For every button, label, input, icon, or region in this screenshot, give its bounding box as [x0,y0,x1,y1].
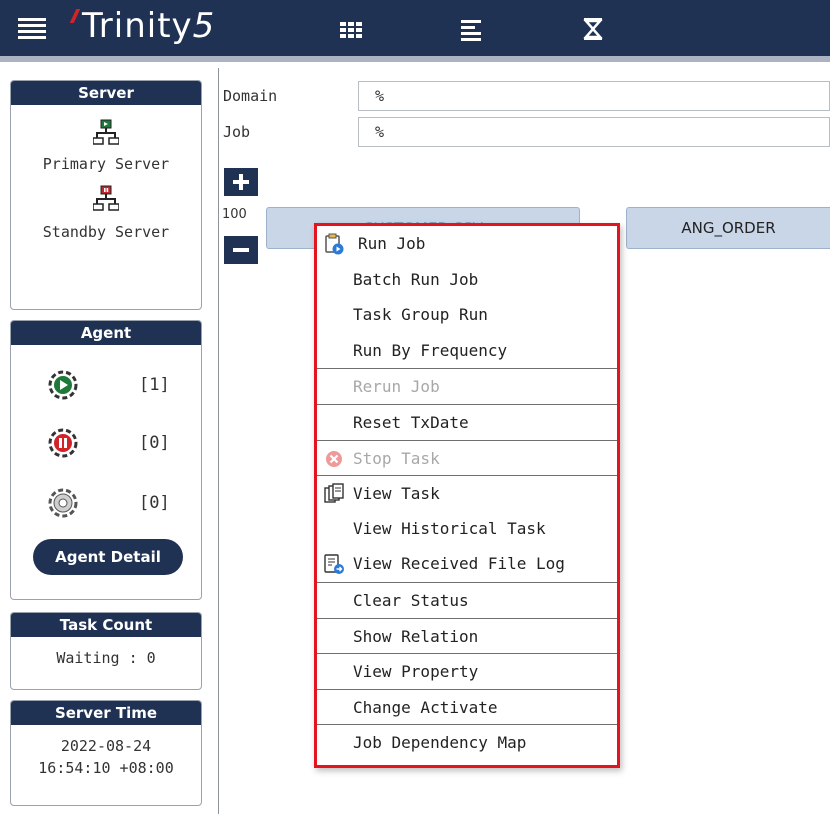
job-label: Job [223,123,251,141]
job-input[interactable]: % [358,117,830,147]
menu-item-job-dependency-map[interactable]: Job Dependency Map [317,724,617,760]
server-time-title: Server Time [11,701,201,725]
agent-stopped-row[interactable]: [0] [11,425,201,465]
domain-label: Domain [223,87,278,105]
menu-icon[interactable] [18,18,46,42]
menu-item-change-activate[interactable]: Change Activate [317,688,617,725]
menu-item-view-task[interactable]: View Task [317,475,617,511]
menu-item-label: Batch Run Job [353,269,479,289]
server-panel-title: Server [11,81,201,105]
menu-item-rerun-job: Rerun Job [317,368,617,404]
list-icon[interactable] [458,16,484,42]
agent-stopped-count: [0] [139,433,170,453]
menu-item-view-historical-task[interactable]: View Historical Task [317,511,617,547]
menu-item-label: Task Group Run [353,305,488,325]
agent-idle-row[interactable]: [0] [11,485,201,525]
server-date: 2022-08-24 [60,737,152,755]
menu-item-label: Job Dependency Map [353,733,527,753]
server-time-panel: Server Time 2022-08-24 16:54:10 +08:00 [10,700,202,806]
stop-icon [326,450,342,467]
brand-logo: Trinity5 [69,6,216,46]
menu-item-label: Rerun Job [353,377,440,397]
menu-item-label: Clear Status [353,590,469,610]
menu-item-label: Run Job [358,234,426,253]
job-node-ang-order[interactable]: ANG_ORDER [626,207,830,249]
task-count-title: Task Count [11,613,201,637]
hourglass-icon[interactable] [580,16,606,42]
agent-detail-button[interactable]: Agent Detail [33,539,183,575]
menu-item-label: Stop Task [353,448,440,468]
minus-icon [233,248,249,252]
brand-version: 5 [192,6,216,46]
agent-stopped-icon [48,428,78,458]
task-count-panel: Task Count Waiting : 0 [10,612,202,690]
primary-server-icon[interactable] [93,119,119,145]
primary-server-label: Primary Server [42,155,170,173]
menu-item-label: Change Activate [353,697,498,717]
menu-item-label: Reset TxDate [353,412,469,432]
menu-item-view-property[interactable]: View Property [317,653,617,689]
menu-item-label: Run By Frequency [353,340,508,360]
menu-item-run-by-frequency[interactable]: Run By Frequency [317,333,617,369]
standby-server-label: Standby Server [42,223,170,241]
zoom-in-button[interactable] [224,168,258,196]
brand-name: Trinity [82,6,193,46]
menu-item-label: View Task [353,484,440,504]
run-job-icon [325,233,344,255]
menu-item-label: Show Relation [353,626,479,646]
menu-item-show-relation[interactable]: Show Relation [317,617,617,654]
zoom-out-button[interactable] [224,236,258,264]
agent-idle-count: [0] [139,493,170,513]
menu-item-reset-txdate[interactable]: Reset TxDate [317,403,617,440]
grid-icon[interactable] [338,16,364,42]
job-context-menu: Run Job Batch Run Job Task Group Run Run… [314,223,620,768]
view-task-icon [324,483,344,503]
menu-item-label: View Historical Task [353,518,546,538]
menu-item-batch-run-job[interactable]: Batch Run Job [317,262,617,298]
menu-item-label: View Received File Log [353,554,565,574]
domain-input[interactable]: % [358,81,830,111]
menu-item-view-received-file-log[interactable]: View Received File Log [317,546,617,582]
menu-item-run-job[interactable]: Run Job [317,226,617,262]
agent-panel-title: Agent [11,321,201,345]
agent-running-row[interactable]: [1] [11,367,201,407]
top-bar: Trinity5 [0,0,830,62]
standby-server-icon[interactable] [93,185,119,211]
plus-icon [233,174,249,190]
server-clock: 16:54:10 +08:00 [38,759,174,777]
waiting-count: Waiting : 0 [56,649,156,667]
menu-item-stop-task: Stop Task [317,439,617,476]
agent-idle-icon [48,488,78,518]
panel-divider [218,68,219,814]
menu-item-label: View Property [353,662,479,682]
agent-running-count: [1] [139,375,170,395]
menu-item-task-group-run[interactable]: Task Group Run [317,297,617,333]
file-log-icon [324,554,344,575]
server-panel: Server Primary Server Standby Server [10,80,202,310]
zoom-level: 100 [222,207,247,222]
agent-running-icon [48,370,78,400]
menu-item-clear-status[interactable]: Clear Status [317,581,617,618]
agent-panel: Agent [1] [0] [0] Agent Detail [10,320,202,600]
logo-accent-mark [69,9,81,23]
